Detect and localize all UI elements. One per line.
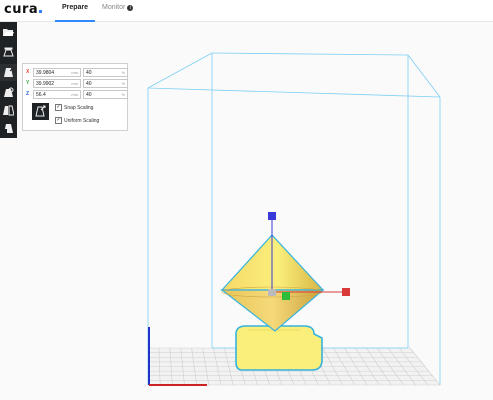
percent-y-field[interactable]: 40% — [83, 79, 128, 88]
mirror-tool-icon — [3, 105, 14, 116]
size-y-unit: mm — [71, 81, 78, 86]
tool-sidebar — [0, 22, 17, 138]
size-y-field[interactable]: 39.9902 mm — [33, 79, 81, 88]
build-plate-viewport[interactable] — [0, 0, 493, 400]
percent-x-value: 40 — [86, 70, 92, 76]
scale-tool-icon — [4, 68, 13, 77]
size-y-value: 39.9902 — [36, 81, 55, 87]
mirror-tool-button[interactable] — [0, 102, 17, 119]
snap-scaling-check-icon: ✓ — [55, 104, 62, 111]
size-z-unit: mm — [71, 92, 78, 97]
per-model-settings-button[interactable] — [0, 120, 17, 137]
uniform-scaling-checkbox[interactable]: ✓ Uniform Scaling — [55, 117, 115, 125]
logo-dot — [39, 10, 43, 13]
scale-handle-y[interactable] — [282, 292, 290, 300]
logo-text: cura — [4, 2, 39, 17]
move-tool-icon — [3, 47, 14, 57]
tab-monitor-label: Monitor — [102, 4, 126, 11]
per-model-settings-icon — [3, 124, 13, 133]
percent-x-field[interactable]: 40% — [83, 68, 128, 77]
snap-scaling-checkbox[interactable]: ✓ Snap Scaling — [55, 104, 115, 112]
open-file-button[interactable] — [0, 24, 17, 41]
axis-y-label: Y — [26, 80, 30, 86]
uniform-scaling-label: Uniform Scaling — [64, 118, 100, 124]
percent-x-unit: % — [121, 70, 125, 75]
open-file-icon — [3, 29, 14, 36]
info-icon: i — [127, 5, 134, 11]
rotate-tool-button[interactable] — [0, 84, 17, 101]
uniform-scale-icon — [35, 105, 46, 117]
tab-prepare-label: Prepare — [61, 4, 89, 11]
scale-tool-panel: X 39.9804 mm 40% Y 39.9902 mm 40% Z 56.4 mm… — [22, 63, 128, 131]
snap-scaling-label: Snap Scaling — [64, 105, 94, 111]
size-z-field[interactable]: 56.4 mm — [33, 90, 81, 99]
percent-z-field[interactable]: 40% — [83, 90, 128, 99]
top-bar: cura Prepare Monitor i — [0, 0, 493, 22]
uniform-scaling-check-icon: ✓ — [55, 117, 62, 124]
size-x-unit: mm — [71, 70, 78, 75]
cura-logo: cura — [4, 2, 43, 17]
percent-z-unit: % — [121, 92, 125, 97]
tab-monitor[interactable]: Monitor i — [102, 4, 140, 22]
size-z-value: 56.4 — [36, 92, 46, 98]
uniform-scale-button[interactable] — [32, 103, 49, 120]
move-tool-button[interactable] — [0, 44, 17, 61]
tab-prepare[interactable]: Prepare — [55, 4, 95, 22]
scale-handle-center[interactable] — [268, 289, 276, 296]
size-x-value: 39.9804 — [36, 70, 55, 76]
scale-tool-button[interactable] — [0, 64, 17, 81]
percent-y-value: 40 — [86, 81, 92, 87]
axis-z-label: Z — [26, 91, 30, 97]
percent-y-unit: % — [121, 81, 125, 86]
rotate-tool-icon — [4, 87, 14, 97]
size-x-field[interactable]: 39.9804 mm — [33, 68, 81, 77]
percent-z-value: 40 — [86, 92, 92, 98]
axis-x-label: X — [26, 69, 30, 75]
